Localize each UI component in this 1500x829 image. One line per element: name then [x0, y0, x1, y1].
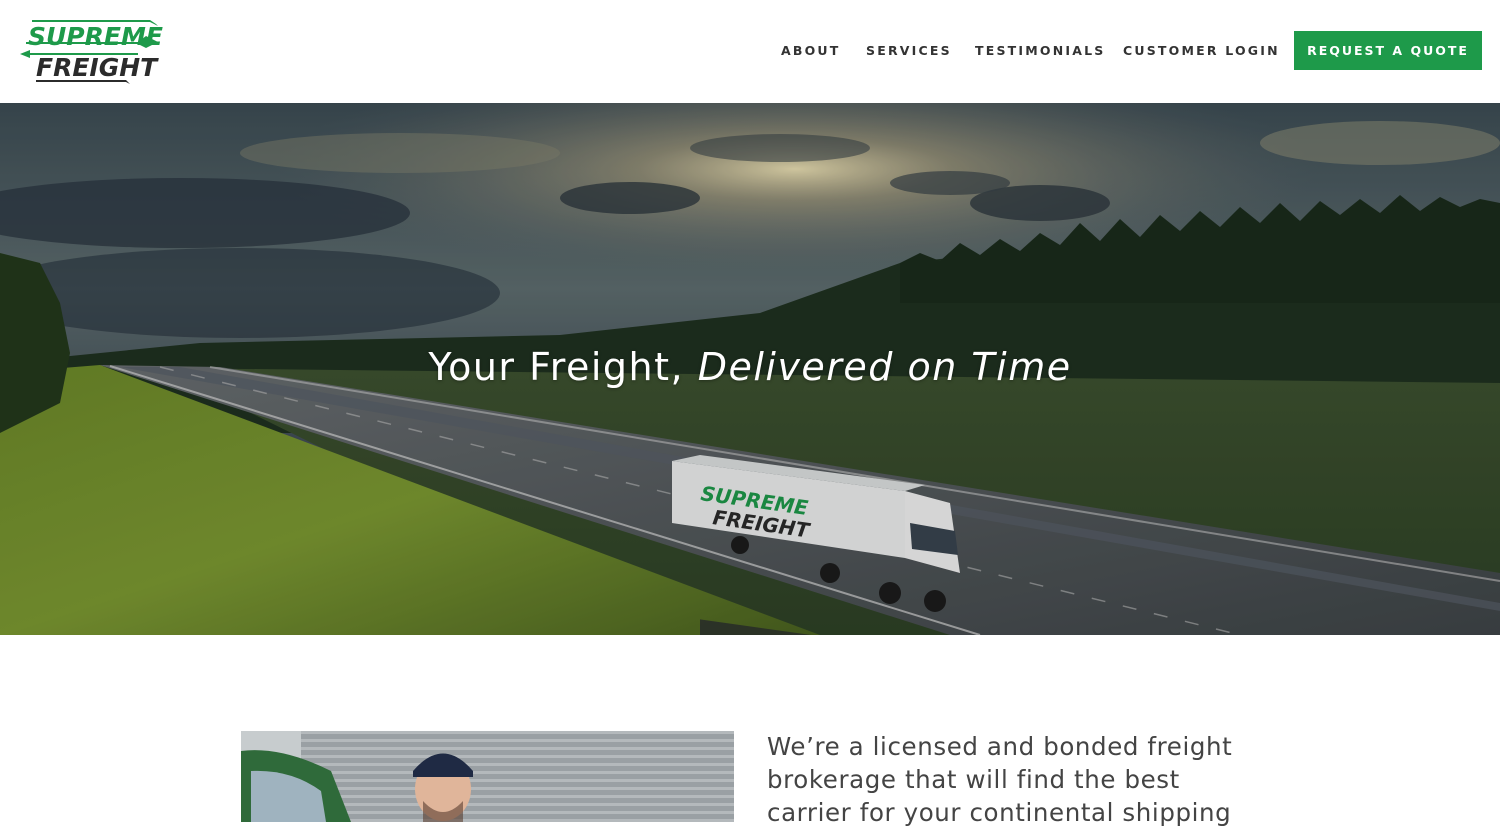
hero-title-italic: Delivered on Time [697, 345, 1072, 389]
nav-services[interactable]: SERVICES [866, 43, 952, 58]
logo-text-bottom: FREIGHT [36, 53, 159, 82]
nav-customer-login[interactable]: CUSTOMER LOGIN [1123, 43, 1280, 58]
driver-photo-graphic [241, 731, 734, 822]
logo-text-top: SUPREME [28, 22, 163, 51]
request-quote-button[interactable]: REQUEST A QUOTE [1294, 31, 1482, 70]
site-header: SUPREME FREIGHT ABOUT SERVICES TESTIMONI… [0, 0, 1500, 103]
logo[interactable]: SUPREME FREIGHT [18, 14, 163, 86]
hero-title: Your Freight, Delivered on Time [0, 345, 1500, 389]
hero-banner: SUPREME FREIGHT Your Freight, Delivered … [0, 103, 1500, 635]
about-intro-text: We’re a licensed and bonded freight brok… [767, 732, 1233, 827]
driver-photo [241, 731, 734, 822]
logo-graphic: SUPREME FREIGHT [20, 20, 163, 84]
nav-testimonials[interactable]: TESTIMONIALS [975, 43, 1105, 58]
hero-title-plain: Your Freight, [428, 345, 698, 389]
nav-about[interactable]: ABOUT [781, 43, 841, 58]
